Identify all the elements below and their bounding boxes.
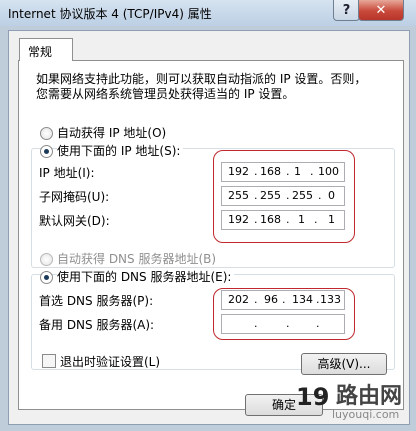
gateway-field[interactable]: 192. 168. 1. 1 bbox=[221, 210, 345, 230]
radio-auto-ip[interactable] bbox=[40, 127, 53, 140]
watermark-url: luyouqi.com bbox=[332, 408, 400, 421]
watermark-logo: 路由网 bbox=[336, 384, 403, 409]
title-bar[interactable]: Internet 协议版本 4 (TCP/IPv4) 属性 ? ✕ bbox=[0, 0, 416, 26]
octet: 202 bbox=[228, 293, 249, 306]
octet: 1 bbox=[298, 213, 305, 226]
ip-address-field[interactable]: 192. 168. 1. 100 bbox=[221, 162, 345, 182]
radio-manual-dns[interactable] bbox=[40, 271, 53, 284]
close-icon: ✕ bbox=[375, 2, 387, 18]
octet: 255 bbox=[260, 189, 281, 202]
dialog-window: Internet 协议版本 4 (TCP/IPv4) 属性 ? ✕ 常规 如果网… bbox=[0, 0, 416, 431]
alternate-dns-field[interactable]: ... bbox=[221, 314, 345, 334]
octet: 192 bbox=[228, 165, 249, 178]
octet: 192 bbox=[228, 213, 249, 226]
intro-line-2: 您需要从网络系统管理员处获得适当的 IP 设置。 bbox=[36, 87, 295, 101]
watermark-number: 19 bbox=[296, 383, 330, 411]
validate-label: 退出时验证设置(L) bbox=[60, 355, 161, 369]
tab-label: 常规 bbox=[28, 45, 53, 59]
manual-dns-label: 使用下面的 DNS 服务器地址(E): bbox=[57, 268, 235, 285]
dialog-body: 常规 如果网络支持此功能，则可以获取自动指派的 IP 设置。否则， 您需要从网络… bbox=[8, 30, 410, 425]
octet: 1 bbox=[328, 213, 335, 226]
intro-text: 如果网络支持此功能，则可以获取自动指派的 IP 设置。否则， 您需要从网络系统管… bbox=[36, 72, 396, 102]
preferred-dns-field[interactable]: 202. 96. 134. 133 bbox=[221, 290, 345, 310]
help-button[interactable]: ? bbox=[333, 0, 360, 21]
close-button[interactable]: ✕ bbox=[358, 0, 404, 21]
subnet-mask-field[interactable]: 255. 255. 255. 0 bbox=[221, 186, 345, 206]
radio-manual-ip[interactable] bbox=[40, 145, 53, 158]
preferred-dns-label: 首选 DNS 服务器(P): bbox=[39, 294, 154, 308]
radio-auto-dns[interactable] bbox=[40, 253, 53, 266]
ip-address-label: IP 地址(I): bbox=[39, 166, 95, 180]
tab-general[interactable]: 常规 bbox=[19, 38, 73, 61]
alternate-dns-label: 备用 DNS 服务器(A): bbox=[39, 318, 155, 332]
octet: 96 bbox=[264, 293, 278, 306]
octet: 133 bbox=[320, 293, 341, 306]
advanced-button[interactable]: 高级(V)... bbox=[301, 353, 387, 375]
octet: 0 bbox=[328, 189, 335, 202]
manual-ip-label: 使用下面的 IP 地址(S): bbox=[57, 142, 184, 159]
auto-dns-label: 自动获得 DNS 服务器地址(B) bbox=[57, 252, 217, 266]
octet: 100 bbox=[318, 165, 339, 178]
subnet-mask-label: 子网掩码(U): bbox=[39, 190, 110, 204]
window-title: Internet 协议版本 4 (TCP/IPv4) 属性 bbox=[8, 7, 212, 21]
general-panel: 如果网络支持此功能，则可以获取自动指派的 IP 设置。否则， 您需要从网络系统管… bbox=[18, 60, 404, 410]
gateway-label: 默认网关(D): bbox=[39, 214, 110, 228]
auto-ip-label: 自动获得 IP 地址(O) bbox=[57, 126, 167, 140]
octet: 134 bbox=[292, 293, 313, 306]
octet: 255 bbox=[292, 189, 313, 202]
octet: 168 bbox=[260, 165, 281, 178]
octet: 255 bbox=[228, 189, 249, 202]
intro-line-1: 如果网络支持此功能，则可以获取自动指派的 IP 设置。否则， bbox=[36, 72, 367, 86]
octet: 1 bbox=[294, 165, 301, 178]
octet: 168 bbox=[260, 213, 281, 226]
validate-checkbox[interactable] bbox=[42, 354, 56, 368]
